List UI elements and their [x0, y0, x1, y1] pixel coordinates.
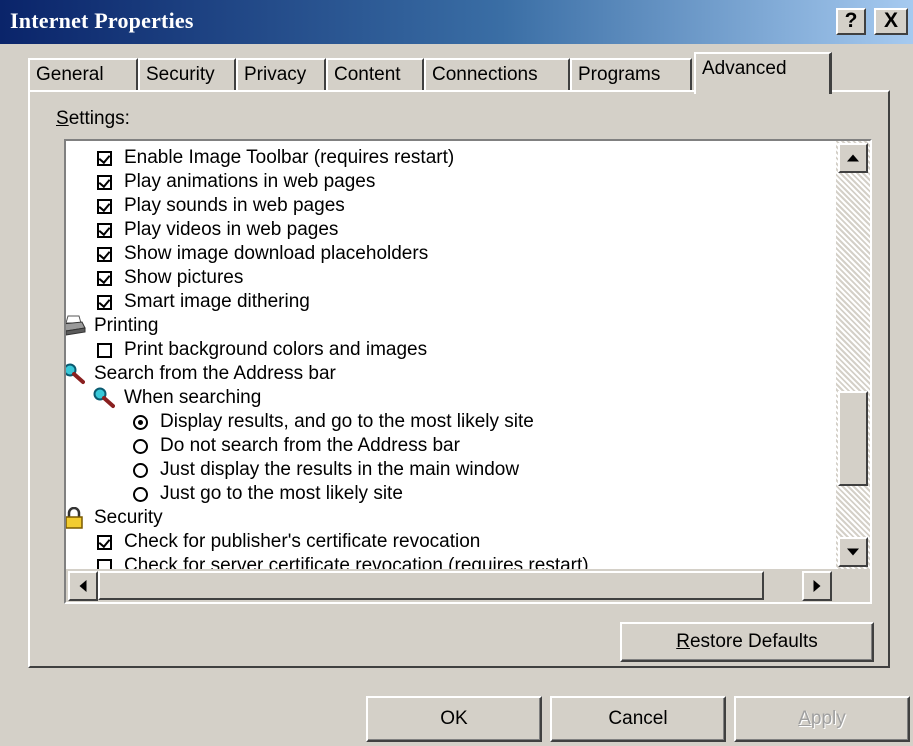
checkbox-checked-icon[interactable] — [96, 222, 112, 238]
scrollbar-corner — [836, 569, 870, 602]
help-button[interactable]: ? — [836, 8, 866, 35]
scroll-down-button[interactable] — [838, 537, 868, 567]
list-item[interactable]: Play sounds in web pages — [92, 194, 345, 218]
item-label: Display results, and go to the most like… — [160, 411, 534, 432]
settings-list: Enable Image Toolbar (requires restart) … — [66, 141, 836, 569]
checkbox-checked-icon[interactable] — [96, 246, 112, 262]
close-button[interactable]: X — [874, 8, 908, 35]
item-label: Play animations in web pages — [124, 171, 376, 192]
vertical-scroll-thumb[interactable] — [838, 391, 868, 486]
list-item[interactable]: Just display the results in the main win… — [128, 458, 519, 482]
arrow-right-icon — [813, 580, 821, 592]
list-item[interactable]: Enable Image Toolbar (requires restart) — [92, 146, 454, 170]
apply-button[interactable]: Apply — [734, 696, 910, 742]
tab-content[interactable]: Content — [326, 58, 424, 92]
scroll-left-button[interactable] — [68, 571, 98, 601]
lock-icon — [66, 506, 86, 530]
tab-general[interactable]: General — [28, 58, 138, 92]
checkbox-checked-icon[interactable] — [96, 294, 112, 310]
item-label: Play sounds in web pages — [124, 195, 345, 216]
list-item[interactable]: Check for publisher's certificate revoca… — [92, 530, 480, 554]
arrow-down-icon — [847, 548, 859, 556]
arrow-up-icon — [847, 154, 859, 162]
list-item[interactable]: Just go to the most likely site — [128, 482, 403, 506]
list-item[interactable]: Show image download placeholders — [92, 242, 428, 266]
item-label: When searching — [124, 387, 262, 408]
checkbox-checked-icon[interactable] — [96, 150, 112, 166]
list-item[interactable]: Print background colors and images — [92, 338, 427, 362]
item-label: Enable Image Toolbar (requires restart) — [124, 147, 455, 168]
scroll-up-button[interactable] — [838, 143, 868, 173]
radio-unselected-icon[interactable] — [132, 462, 148, 478]
magnifier-icon — [66, 362, 86, 386]
settings-listbox[interactable]: Enable Image Toolbar (requires restart) … — [64, 139, 872, 604]
radio-selected-icon[interactable] — [132, 414, 148, 430]
item-label: Print background colors and images — [124, 339, 428, 360]
list-item[interactable]: Play animations in web pages — [92, 170, 375, 194]
list-item[interactable]: Play videos in web pages — [92, 218, 338, 242]
item-label: Show image download placeholders — [124, 243, 429, 264]
list-item[interactable]: Display results, and go to the most like… — [128, 410, 534, 434]
item-label: Search from the Address bar — [94, 363, 336, 384]
item-label: Play videos in web pages — [124, 219, 339, 240]
tab-privacy[interactable]: Privacy — [236, 58, 326, 92]
item-label: Do not search from the Address bar — [160, 435, 460, 456]
checkbox-checked-icon[interactable] — [96, 174, 112, 190]
magnifier-icon — [92, 386, 116, 410]
category-security: Security — [66, 506, 163, 530]
checkbox-checked-icon[interactable] — [96, 534, 112, 550]
item-label: Just display the results in the main win… — [160, 459, 520, 480]
category-search: Search from the Address bar — [66, 362, 336, 386]
tab-advanced[interactable]: Advanced — [694, 52, 832, 94]
restore-defaults-button[interactable]: Restore Defaults — [620, 622, 874, 662]
tab-security[interactable]: Security — [138, 58, 236, 92]
item-label: Show pictures — [124, 267, 244, 288]
checkbox-checked-icon[interactable] — [96, 198, 112, 214]
scroll-right-button[interactable] — [802, 571, 832, 601]
category-printing: Printing — [66, 314, 158, 338]
cancel-button[interactable]: Cancel — [550, 696, 726, 742]
item-label: Check for publisher's certificate revoca… — [124, 531, 481, 552]
subcategory-when-searching: When searching — [92, 386, 261, 410]
window-title: Internet Properties — [10, 8, 194, 33]
list-item[interactable]: Check for server certificate revocation … — [92, 554, 589, 569]
tab-connections[interactable]: Connections — [424, 58, 570, 92]
list-item[interactable]: Smart image dithering — [92, 290, 310, 314]
checkbox-unchecked-icon[interactable] — [96, 558, 112, 569]
arrow-left-icon — [79, 580, 87, 592]
horizontal-scroll-thumb[interactable] — [98, 571, 764, 600]
tab-programs[interactable]: Programs — [570, 58, 692, 92]
item-label: Security — [94, 507, 163, 528]
settings-label: Settings: — [56, 108, 130, 129]
ok-button[interactable]: OK — [366, 696, 542, 742]
printer-icon — [66, 314, 86, 338]
checkbox-checked-icon[interactable] — [96, 270, 112, 286]
radio-unselected-icon[interactable] — [132, 486, 148, 502]
title-bar: Internet Properties ? X — [0, 0, 913, 44]
radio-unselected-icon[interactable] — [132, 438, 148, 454]
list-item[interactable]: Do not search from the Address bar — [128, 434, 460, 458]
item-label: Just go to the most likely site — [160, 483, 403, 504]
item-label: Printing — [94, 315, 159, 336]
list-item[interactable]: Show pictures — [92, 266, 243, 290]
item-label: Check for server certificate revocation … — [124, 555, 589, 569]
horizontal-scrollbar[interactable] — [66, 569, 836, 602]
checkbox-unchecked-icon[interactable] — [96, 342, 112, 358]
item-label: Smart image dithering — [124, 291, 310, 312]
vertical-scrollbar[interactable] — [836, 141, 870, 569]
